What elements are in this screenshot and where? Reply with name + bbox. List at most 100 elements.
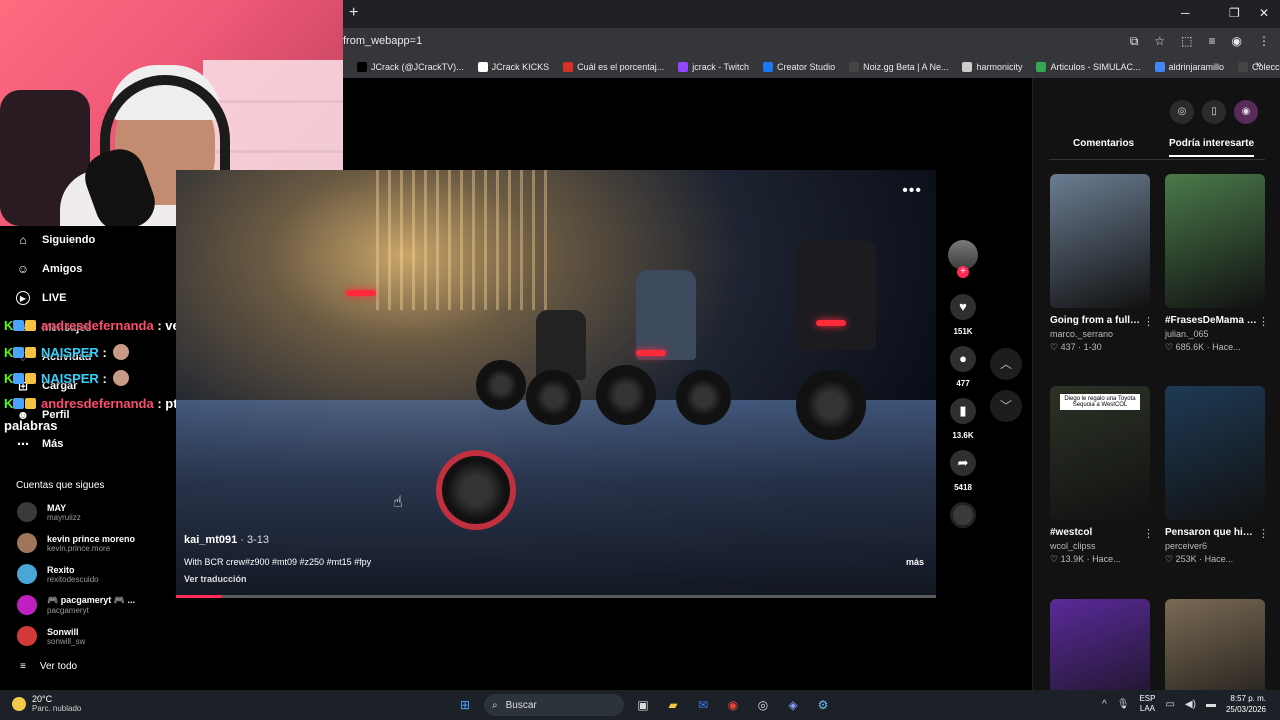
address-bar[interactable]: from_webapp=1 ⧉ ☆ ⬚ ≡ ◉ ⋮ [343, 28, 1280, 56]
followed-account[interactable]: MAY mayruiizz [17, 502, 81, 522]
tiktok-sidebar: ⌂Siguiendo ☺Amigos ▶LIVE ✉Mensajes ♡Acti… [0, 226, 176, 690]
share-icon[interactable]: ➦ [950, 450, 976, 476]
suggested-video-card[interactable]: Going from a full glass cockpit bac...⋮m… [1050, 174, 1154, 353]
hand-cursor-icon: ☝ [393, 494, 403, 511]
gift-badge-icon [25, 347, 37, 358]
followed-account[interactable]: 🎮 pacgameryt 🎮 ... pacgameryt [17, 595, 135, 615]
bookmark-item[interactable]: Cuál es el porcentaj... [563, 62, 664, 72]
clock[interactable]: 8:57 p. m. 25/03/2026 [1226, 693, 1266, 715]
volume-icon[interactable]: ◀) [1185, 699, 1196, 710]
bookmark-item[interactable]: jcrack - Twitch [678, 62, 749, 72]
bookmark-item[interactable]: harmonicity [962, 62, 1022, 72]
menu-icon[interactable]: ⋮ [1258, 34, 1270, 49]
extensions-icon[interactable]: ⬚ [1181, 34, 1192, 49]
maximize-button[interactable]: ❐ [1229, 6, 1240, 20]
compass-icon[interactable]: ◎ [1170, 100, 1194, 124]
chrome-icon[interactable]: ◉ [722, 694, 744, 716]
video-thumbnail[interactable] [1165, 386, 1265, 520]
video-progress-bar[interactable] [176, 595, 936, 598]
steam-icon[interactable]: ⚙ [812, 694, 834, 716]
video-thumbnail[interactable] [1165, 174, 1265, 308]
card-title[interactable]: #FrasesDeMama #VoiceEffects... [1165, 315, 1257, 326]
bookmark-item[interactable]: JCrack (@JCrackTV)... [357, 62, 464, 72]
card-menu-icon[interactable]: ⋮ [1143, 315, 1154, 328]
see-all-link[interactable]: ≡ Ver todo [20, 661, 77, 672]
bookmarks-overflow-icon[interactable]: » [1256, 59, 1262, 71]
music-disc-icon[interactable] [950, 502, 976, 528]
app-icon[interactable]: ◎ [752, 694, 774, 716]
nav-following[interactable]: ⌂ Siguiendo [16, 233, 95, 247]
tab-comments[interactable]: Comentarios [1073, 138, 1134, 149]
followed-account[interactable]: Rexito rexitodescuido [17, 564, 99, 584]
new-tab-button[interactable]: + [349, 4, 358, 22]
video-thumbnail[interactable]: Diego le regalo una Toyota Sequoia a Wes… [1050, 386, 1150, 520]
bookmark-item[interactable]: Articulos - SIMULAC... [1036, 62, 1141, 72]
task-view-icon[interactable]: ▣ [632, 694, 654, 716]
chevron-down-icon[interactable]: ﹀ [990, 390, 1022, 422]
bookmark-item[interactable]: Noiz.gg Beta | A Ne... [849, 62, 948, 72]
followed-account[interactable]: kevin prince moreno kevin.prince.more [17, 533, 135, 553]
follow-plus-icon[interactable]: + [957, 266, 969, 278]
network-icon[interactable]: ▭ [1165, 699, 1174, 710]
suggested-video-card[interactable]: Pensaron que hizo trampa pero tení...⋮pe… [1165, 386, 1269, 565]
video-author[interactable]: kai_mt091 · 3-13 [184, 534, 269, 546]
suggested-video-card[interactable]: Diego le regalo una Toyota Sequoia a Wes… [1050, 386, 1154, 565]
suggested-video-card[interactable]: #FrasesDeMama #VoiceEffects...⋮julian._0… [1165, 174, 1269, 353]
card-author[interactable]: marco._serrano [1050, 329, 1150, 339]
card-menu-icon[interactable]: ⋮ [1143, 527, 1154, 540]
caption-more-link[interactable]: más [906, 557, 924, 567]
nav-live[interactable]: ▶ LIVE [16, 291, 66, 305]
bookmark-star-icon[interactable]: ☆ [1154, 34, 1165, 49]
windows-start-icon[interactable]: ⊞ [454, 694, 476, 716]
nav-more[interactable]: ⋯ Más [16, 437, 63, 451]
chat-username[interactable]: NAISPER [41, 345, 99, 360]
taskbar-search[interactable]: ⌕ Buscar [484, 694, 624, 716]
card-author[interactable]: julian._065 [1165, 329, 1265, 339]
card-menu-icon[interactable]: ⋮ [1258, 315, 1269, 328]
followed-account[interactable]: Sonwill sonwill_sw [17, 626, 85, 646]
chat-username[interactable]: andresdefernanda [41, 318, 154, 333]
bookmark-item[interactable]: Creator Studio [763, 62, 835, 72]
user-avatar-icon[interactable]: ◉ [1234, 100, 1258, 124]
chat-username[interactable]: NAISPER [41, 371, 99, 386]
video-player[interactable]: ••• kai_mt091 · 3-13 With BCR crew#z900 … [176, 170, 936, 598]
battery-icon[interactable]: ▬ [1206, 699, 1216, 710]
weather-widget[interactable]: 20°C Parc. nublado [12, 694, 81, 713]
close-button[interactable]: ✕ [1259, 6, 1269, 20]
profile-icon[interactable]: ◉ [1232, 34, 1242, 49]
right-panel: ◎ ▯ ◉ Comentarios Podría interesarte Goi… [1032, 78, 1280, 720]
microphone-icon[interactable]: 🎙 [1117, 699, 1130, 710]
chevron-up-icon[interactable]: ︿ [990, 348, 1022, 380]
video-options-icon[interactable]: ••• [902, 182, 922, 200]
nav-friends[interactable]: ☺ Amigos [16, 262, 82, 276]
kick-badge-icon: K [4, 396, 14, 411]
card-title[interactable]: Going from a full glass cockpit bac... [1050, 315, 1142, 326]
card-stats: ♡ 13.9K · Hace... [1050, 554, 1121, 564]
chat-username[interactable]: andresdefernanda [41, 396, 154, 411]
install-app-icon[interactable]: ⧉ [1130, 34, 1139, 49]
video-thumbnail[interactable] [1050, 174, 1150, 308]
bookmark-item[interactable]: JCrack KICKS [477, 62, 549, 72]
card-title[interactable]: Pensaron que hizo trampa pero tení... [1165, 527, 1257, 538]
minimize-button[interactable]: ─ [1181, 6, 1190, 20]
bookmark-item[interactable]: aldrinjaramillo [1154, 62, 1224, 72]
translate-link[interactable]: Ver traducción [184, 574, 247, 584]
media-icon[interactable]: ≡ [1209, 34, 1216, 49]
card-author[interactable]: perceiver6 [1165, 541, 1265, 551]
card-title[interactable]: #westcol [1050, 527, 1142, 538]
friends-icon: ☺ [16, 262, 30, 276]
discord-icon[interactable]: ◈ [782, 694, 804, 716]
mail-icon[interactable]: ✉ [692, 694, 714, 716]
bookmark-icon[interactable]: ▮ [950, 398, 976, 424]
card-stats: ♡ 685.6K · Hace... [1165, 342, 1241, 352]
card-author[interactable]: wcol_clipss [1050, 541, 1150, 551]
comment-icon[interactable]: ● [950, 346, 976, 372]
file-explorer-icon[interactable]: ▰ [662, 694, 684, 716]
url-text[interactable]: from_webapp=1 [343, 35, 422, 47]
card-menu-icon[interactable]: ⋮ [1258, 527, 1269, 540]
phone-icon[interactable]: ▯ [1202, 100, 1226, 124]
tab-suggested[interactable]: Podría interesarte [1169, 138, 1255, 157]
like-icon[interactable]: ♥ [950, 294, 976, 320]
chevron-up-tray-icon[interactable]: ^ [1102, 699, 1107, 710]
language-indicator[interactable]: ESP LAA [1139, 694, 1155, 714]
